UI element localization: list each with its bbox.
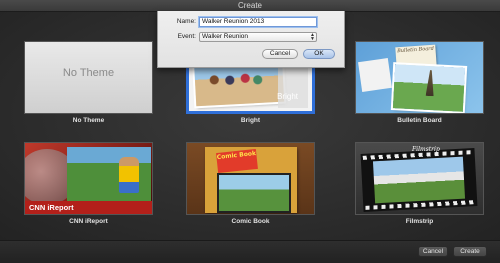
theme-tile-filmstrip[interactable]: Filmstrip [355, 142, 484, 215]
theme-caption-cnn-ireport: CNN iReport [69, 218, 108, 225]
tile-text-cnn-ireport: CNN iReport [29, 203, 74, 212]
cnn-preview-photo [67, 147, 151, 201]
event-select[interactable]: Walker Reunion ▲ ▼ [199, 32, 317, 42]
theme-caption-bright: Bright [240, 117, 261, 124]
theme-caption-bulletin-board: Bulletin Board [397, 117, 442, 124]
filmstrip-preview-photo [372, 156, 466, 204]
theme-tile-bulletin-board[interactable]: Bulletin Board [355, 41, 484, 114]
theme-caption-comic-book: Comic Book [231, 218, 270, 225]
footer-create-button[interactable]: Create [453, 246, 487, 257]
tile-text-bright: Bright [277, 92, 298, 101]
tile-text-comic-book: Comic Book [216, 148, 258, 174]
tile-text-filmstrip: Filmstrip [412, 146, 440, 153]
theme-tile-cnn-ireport[interactable]: CNN iReport [24, 142, 153, 215]
dialog-cancel-button[interactable]: Cancel [262, 49, 298, 59]
event-label: Event: [177, 33, 196, 40]
comic-preview-photo [217, 173, 291, 213]
event-select-value: Walker Reunion [202, 33, 249, 40]
updown-arrows-icon: ▲ ▼ [310, 32, 315, 42]
bulletin-preview-photo [392, 64, 466, 112]
name-input[interactable]: Walker Reunion 2013 [199, 17, 317, 27]
window-title: Create [237, 1, 262, 10]
theme-caption-no-theme: No Theme [72, 117, 105, 124]
dialog-ok-button[interactable]: OK [303, 49, 335, 59]
create-sheet-dialog: Name: Walker Reunion 2013 Event: Walker … [157, 11, 345, 68]
theme-tile-no-theme[interactable]: No Theme [24, 41, 153, 114]
footer-bar: Cancel Create [0, 240, 500, 263]
theme-caption-filmstrip: Filmstrip [405, 218, 434, 225]
footer-cancel-button[interactable]: Cancel [418, 246, 448, 257]
theme-tile-comic-book[interactable]: Comic Book [186, 142, 315, 215]
tile-text-no-theme: No Theme [62, 67, 115, 79]
name-label: Name: [176, 18, 196, 25]
